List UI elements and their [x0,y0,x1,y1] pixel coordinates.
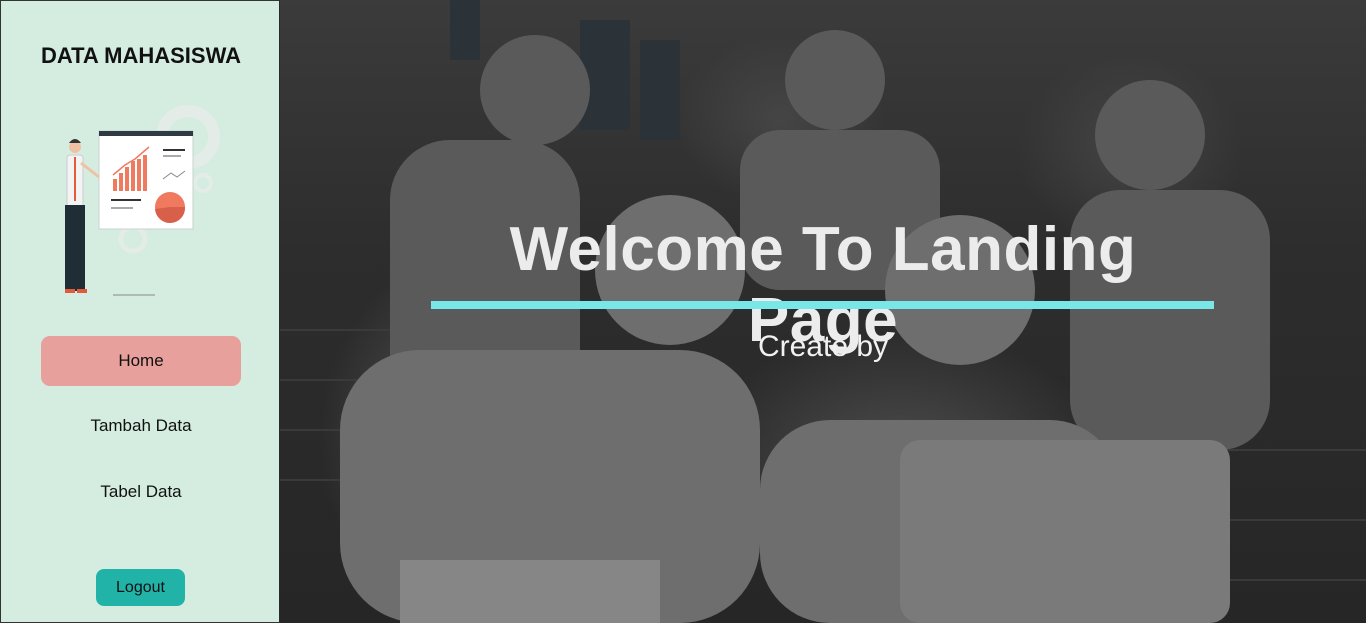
nav-tabel-data[interactable]: Tabel Data [41,467,241,517]
presenter-chart-illustration [65,105,220,296]
brand-title: DATA MAHASISWA [40,43,242,68]
logout-button[interactable]: Logout [96,569,185,606]
sidebar: DATA MAHASISWA Home Tambah Data Tabel Da… [0,0,280,623]
nav-home[interactable]: Home [41,336,241,386]
nav-tambah-data[interactable]: Tambah Data [41,401,241,451]
hero-section: Welcome To Landing Page Create by [280,0,1366,623]
title-underline [431,301,1214,309]
hero-subtitle: Create by [757,330,889,363]
